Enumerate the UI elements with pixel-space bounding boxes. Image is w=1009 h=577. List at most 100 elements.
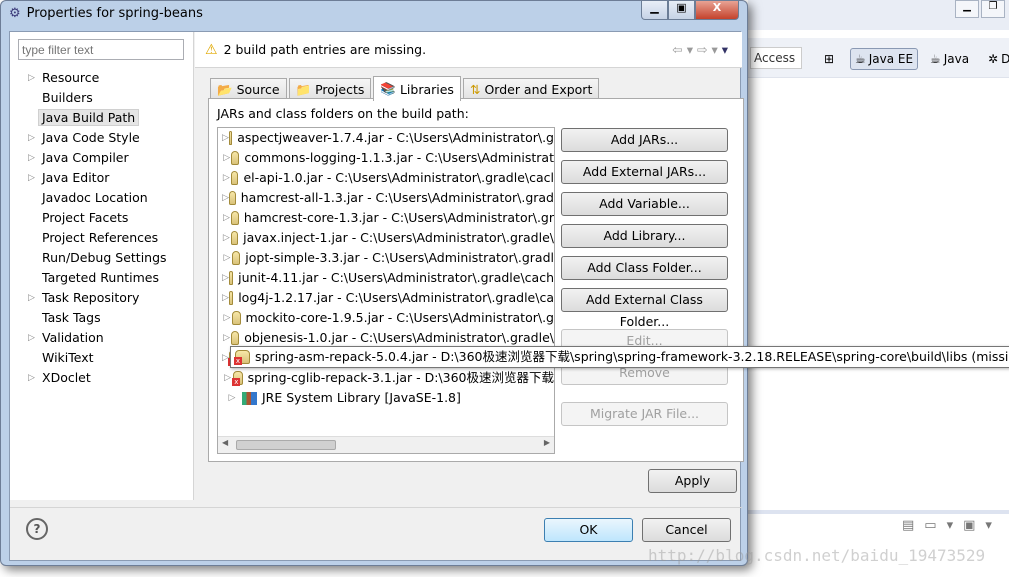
maximize-button[interactable]: ▣ xyxy=(668,1,695,20)
expand-arrow-icon[interactable]: ▷ xyxy=(222,228,231,248)
migrate-jar-button[interactable]: Migrate JAR File... xyxy=(561,402,728,426)
expand-arrow-icon[interactable]: ▷ xyxy=(28,128,35,148)
expand-arrow-icon[interactable]: ▷ xyxy=(28,148,35,168)
dialog-client: ▷ResourceBuildersJava Build Path▷Java Co… xyxy=(9,31,744,561)
list-item[interactable]: ▷ junit-4.11.jar - C:\Users\Administrator… xyxy=(218,268,554,288)
nav-item[interactable]: Java Build Path xyxy=(10,108,193,128)
help-icon[interactable]: ? xyxy=(26,518,48,540)
workbench-restore-button[interactable]: ❐ xyxy=(981,0,1005,18)
debug-icon: ✲ xyxy=(988,52,999,66)
message-area: ⚠ 2 build path entries are missing. ⇦▾⇨▾… xyxy=(195,32,742,68)
quick-access-input[interactable]: Access xyxy=(750,47,802,69)
open-perspective-icon[interactable]: ⊞ xyxy=(820,48,838,70)
jar-icon xyxy=(230,231,239,245)
history-nav-icons[interactable]: ⇦▾⇨▾▾ xyxy=(672,42,732,57)
property-tree: ▷ Resource Builders Java Build Path ▷ Java Co… xyxy=(10,68,193,388)
dialog-titlebar: ⚙ Properties for spring-beans xyxy=(9,6,203,21)
apply-button[interactable]: Apply xyxy=(648,469,737,493)
expand-arrow-icon[interactable]: ▷ xyxy=(28,68,35,88)
nav-item[interactable]: ▷ Resource xyxy=(10,68,193,88)
nav-item[interactable]: WikiText xyxy=(10,348,193,368)
tab-source[interactable]: 📂 Source xyxy=(210,78,287,100)
list-item[interactable]: ▷ aspectjweaver-1.7.4.jar - C:\Users\Admi… xyxy=(218,128,554,148)
scrollbar-thumb[interactable] xyxy=(236,440,336,450)
perspective-java-ee[interactable]: ☕ Java EE xyxy=(850,48,919,70)
nav-item[interactable]: ▷ XDoclet xyxy=(10,368,193,388)
expand-arrow-icon[interactable]: ▷ xyxy=(222,168,231,188)
workbench-divider xyxy=(748,510,1009,514)
perspective-debug[interactable]: ✲ D xyxy=(984,48,1009,70)
add-external-class-folder-button[interactable]: Add External Class Folder... xyxy=(561,288,728,329)
list-item[interactable]: ▷ objenesis-1.0.jar - C:\Users\Administra… xyxy=(218,328,554,348)
list-item[interactable]: ▷ log4j-1.2.17.jar - C:\Users\Administrat… xyxy=(218,288,554,308)
missing-jar-icon xyxy=(234,350,250,365)
nav-item[interactable]: ▷ Java Code Style xyxy=(10,128,193,148)
nav-item[interactable]: Builders xyxy=(10,88,193,108)
list-item[interactable]: ▷ JRE System Library [JavaSE-1.8] xyxy=(218,388,554,408)
jar-icon xyxy=(231,331,240,345)
expand-arrow-icon[interactable]: ▷ xyxy=(28,328,35,348)
expand-arrow-icon[interactable]: ▷ xyxy=(222,128,229,148)
horizontal-scrollbar[interactable]: ◀ ▶ xyxy=(218,436,554,453)
expand-arrow-icon[interactable]: ▷ xyxy=(222,208,231,228)
expand-arrow-icon[interactable]: ▷ xyxy=(222,188,229,208)
list-item[interactable]: ▷ hamcrest-core-1.3.jar - C:\Users\Admini… xyxy=(218,208,554,228)
list-item[interactable]: ▷spring-cglib-repack-3.1.jar - D:\360极速浏… xyxy=(218,368,554,388)
expand-arrow-icon[interactable]: ▷ xyxy=(28,288,35,308)
list-item[interactable]: ▷ jopt-simple-3.3.jar - C:\Users\Administ… xyxy=(218,248,554,268)
add-variable-button[interactable]: Add Variable... xyxy=(561,192,728,216)
add-external-jars-button[interactable]: Add External JARs... xyxy=(561,160,728,184)
nav-item[interactable]: Task Tags xyxy=(10,308,193,328)
add-library-button[interactable]: Add Library... xyxy=(561,224,728,248)
warning-icon: ⚠ xyxy=(205,41,218,58)
dialog-title: Properties for spring-beans xyxy=(26,6,203,21)
expand-arrow-icon[interactable]: ▷ xyxy=(222,328,231,348)
list-item[interactable]: ▷ el-api-1.0.jar - C:\Users\Administrator… xyxy=(218,168,554,188)
perspective-java[interactable]: ☕ Java xyxy=(926,48,973,70)
nav-item[interactable]: Targeted Runtimes xyxy=(10,268,193,288)
build-path-list[interactable]: ▷ aspectjweaver-1.7.4.jar - C:\Users\Admi… xyxy=(217,127,555,454)
expand-arrow-icon[interactable]: ▷ xyxy=(222,308,232,328)
jar-icon xyxy=(231,151,240,165)
workbench-minimize-button[interactable]: ▁ xyxy=(955,0,979,18)
expand-arrow-icon[interactable]: ▷ xyxy=(222,388,242,408)
tab-libraries[interactable]: 📚 Libraries xyxy=(373,76,461,101)
nav-item[interactable]: ▷ Java Editor xyxy=(10,168,193,188)
nav-item[interactable]: ▷ Task Repository xyxy=(10,288,193,308)
list-item[interactable]: ▷ javax.inject-1.jar - C:\Users\Administr… xyxy=(218,228,554,248)
list-item[interactable]: ▷ commons-logging-1.1.3.jar - C:\Users\Ad… xyxy=(218,148,554,168)
add-class-folder-button[interactable]: Add Class Folder... xyxy=(561,256,728,280)
tab-order-export[interactable]: ⇅ Order and Export xyxy=(462,78,600,100)
property-nav-pane: ▷ResourceBuildersJava Build Path▷Java Co… xyxy=(10,32,194,500)
nav-item[interactable]: Project Facets xyxy=(10,208,193,228)
jar-icon xyxy=(231,251,241,265)
expand-arrow-icon[interactable]: ▷ xyxy=(222,248,232,268)
expand-arrow-icon[interactable]: ▷ xyxy=(222,268,229,288)
filter-input[interactable] xyxy=(18,39,184,60)
message-text: 2 build path entries are missing. xyxy=(223,42,427,57)
source-icon: 📂 xyxy=(217,81,233,97)
ok-button[interactable]: OK xyxy=(544,518,633,542)
expand-arrow-icon[interactable]: ▷ xyxy=(28,168,35,188)
panel-label: JARs and class folders on the build path… xyxy=(217,106,469,121)
nav-item[interactable]: Run/Debug Settings xyxy=(10,248,193,268)
jar-icon xyxy=(230,171,239,185)
list-item[interactable]: ▷ mockito-core-1.9.5.jar - C:\Users\Admin… xyxy=(218,308,554,328)
nav-item[interactable]: ▷ Java Compiler xyxy=(10,148,193,168)
minimize-button[interactable]: ▁ xyxy=(641,1,668,20)
add-jars-button[interactable]: Add JARs... xyxy=(561,128,728,152)
nav-item[interactable]: Project References xyxy=(10,228,193,248)
expand-arrow-icon[interactable]: ▷ xyxy=(28,368,35,388)
expand-arrow-icon[interactable]: ▷ xyxy=(222,288,229,308)
nav-item[interactable]: ▷ Validation xyxy=(10,328,193,348)
list-item[interactable]: ▷ hamcrest-all-1.3.jar - C:\Users\Adminis… xyxy=(218,188,554,208)
expand-arrow-icon[interactable]: ▷ xyxy=(222,148,231,168)
projects-icon: 📁 xyxy=(295,81,312,97)
view-toolbar-icons[interactable]: ▤▭▾▣▾ xyxy=(902,518,1002,533)
tab-projects[interactable]: 📁 Projects xyxy=(288,78,372,100)
libraries-icon: 📚 xyxy=(380,81,396,96)
cancel-button[interactable]: Cancel xyxy=(642,518,731,542)
nav-item[interactable]: Javadoc Location xyxy=(10,188,193,208)
jar-icon xyxy=(231,211,239,225)
close-button[interactable]: X xyxy=(695,1,739,20)
